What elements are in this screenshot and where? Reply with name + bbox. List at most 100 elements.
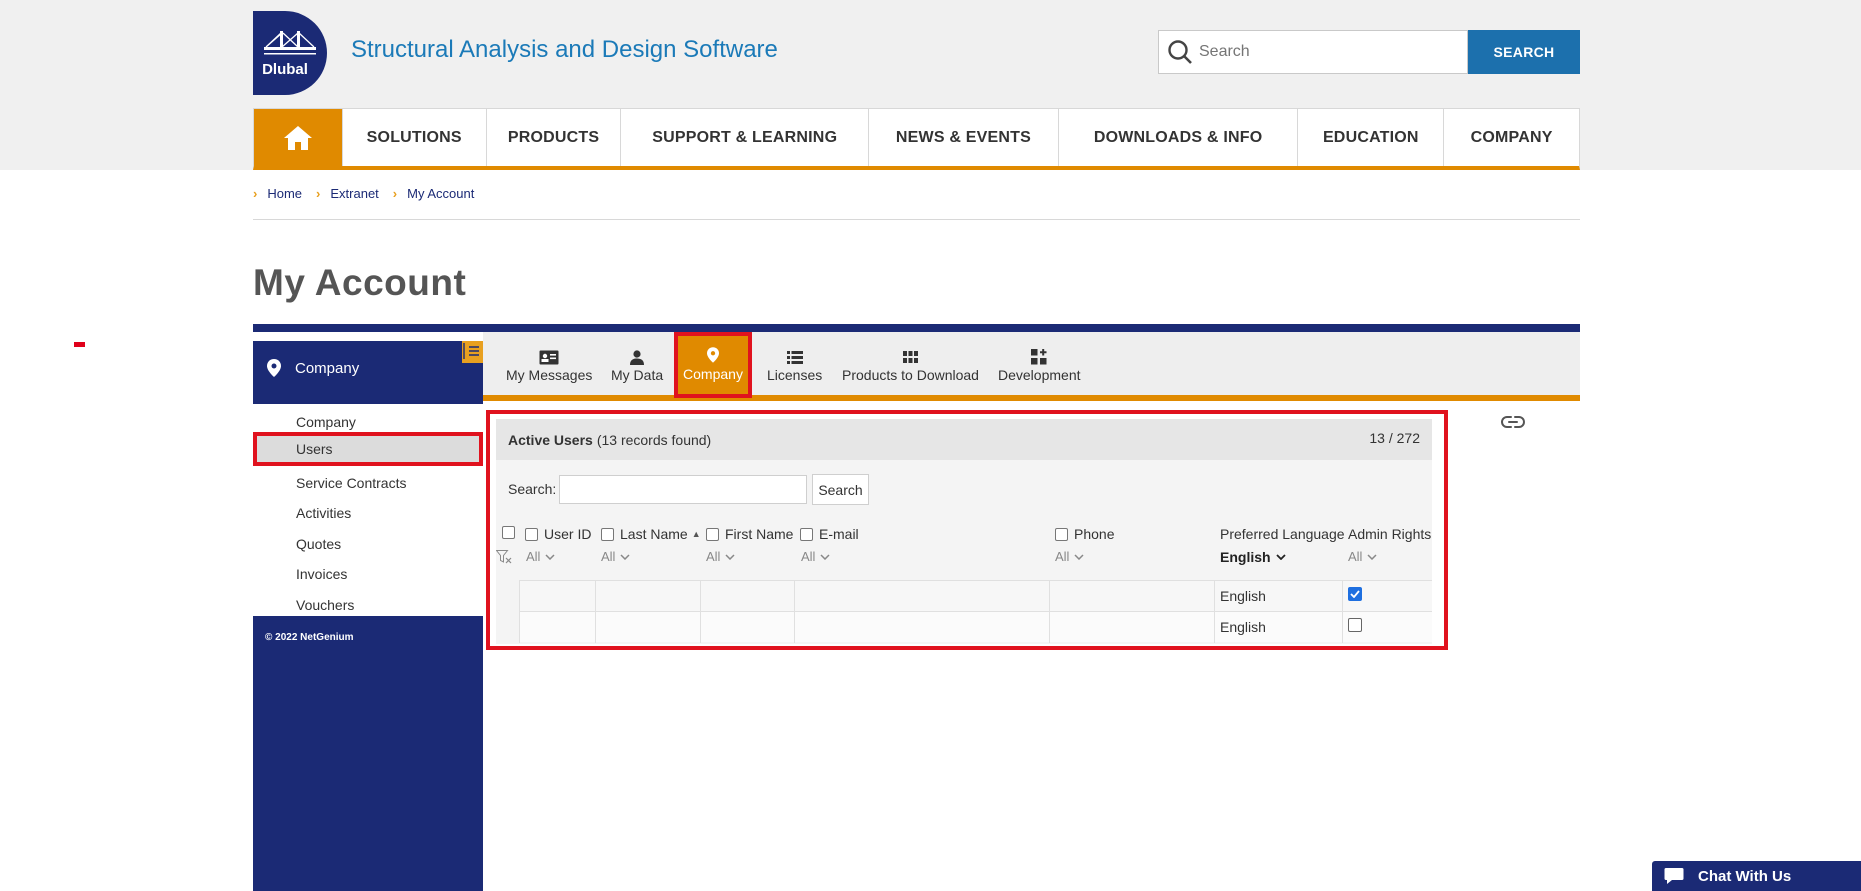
nav-company[interactable]: COMPANY <box>1443 109 1579 166</box>
side-item-service-contracts[interactable]: Service Contracts <box>253 468 483 498</box>
company-section-header: Company <box>253 341 483 395</box>
site-search[interactable] <box>1158 30 1468 74</box>
column-label: Last Name <box>620 526 688 542</box>
table-row[interactable] <box>519 611 1432 642</box>
column-divider <box>519 580 520 643</box>
column-label: User ID <box>544 526 592 542</box>
column-divider <box>700 580 701 643</box>
breadcrumb-chevron-icon: › <box>392 186 398 201</box>
site-search-button[interactable]: SEARCH <box>1468 30 1580 74</box>
filter-value: All <box>706 549 721 564</box>
side-item-vouchers[interactable]: Vouchers <box>253 590 483 620</box>
home-icon <box>283 125 312 150</box>
filter-value: All <box>526 549 541 564</box>
filter-value: All <box>801 549 816 564</box>
grid-search-button[interactable]: Search <box>812 474 869 505</box>
tab-my-data[interactable]: My Data <box>611 347 663 391</box>
side-menu: Company Users Service Contracts Activiti… <box>253 404 483 616</box>
sort-asc-icon: ▲ <box>691 529 701 539</box>
breadcrumb-my-account[interactable]: My Account <box>407 186 474 201</box>
select-all-checkbox[interactable] <box>502 526 521 539</box>
chevron-down-icon <box>820 553 830 560</box>
nav-education[interactable]: EDUCATION <box>1297 109 1443 166</box>
row-preferred-language: English <box>1220 588 1266 604</box>
site-title[interactable]: Structural Analysis and Design Software <box>351 36 778 64</box>
copyright: © 2022 NetGenium <box>265 632 354 643</box>
grid-record-count: 13 / 272 <box>1369 430 1420 446</box>
filter-value: English <box>1220 549 1271 565</box>
filter-user-id[interactable]: All <box>526 549 555 564</box>
breadcrumb-chevron-icon: › <box>253 186 258 201</box>
admin-rights-checkbox[interactable] <box>1348 618 1362 632</box>
chat-bubble-icon <box>1664 868 1684 884</box>
logo-text: Dlubal <box>262 61 308 78</box>
nav-downloads-info[interactable]: DOWNLOADS & INFO <box>1057 109 1298 166</box>
table-row[interactable] <box>519 580 1432 611</box>
side-item-users[interactable]: Users <box>253 432 483 466</box>
admin-rights-checkbox[interactable] <box>1348 587 1362 601</box>
clear-filter-icon[interactable] <box>496 550 512 564</box>
column-admin-rights[interactable]: Admin Rights <box>1348 526 1431 542</box>
breadcrumb-home[interactable]: Home <box>267 186 302 201</box>
chevron-down-icon <box>620 553 630 560</box>
collapse-toggle-icon[interactable] <box>462 341 484 363</box>
column-email[interactable]: E-mail <box>800 526 859 542</box>
location-pin-icon <box>707 347 719 366</box>
column-user-id[interactable]: User ID <box>525 526 591 542</box>
nav-support-learning[interactable]: SUPPORT & LEARNING <box>620 109 868 166</box>
page: Dlubal Structural Analysis and Design So… <box>0 0 1861 891</box>
row-preferred-language: English <box>1220 619 1266 635</box>
column-checkbox[interactable] <box>1055 527 1068 541</box>
filter-last-name[interactable]: All <box>601 549 630 564</box>
tab-company[interactable]: Company <box>674 332 752 398</box>
filter-email[interactable]: All <box>801 549 830 564</box>
user-icon <box>630 347 645 367</box>
page-title: My Account <box>253 262 467 303</box>
side-item-activities[interactable]: Activities <box>253 498 483 528</box>
tab-licenses[interactable]: Licenses <box>767 347 822 391</box>
nav-solutions[interactable]: SOLUTIONS <box>341 109 486 166</box>
column-checkbox[interactable] <box>601 527 614 541</box>
chat-button[interactable]: Chat With Us <box>1652 861 1861 891</box>
column-checkbox[interactable] <box>525 527 538 541</box>
tab-label: Products to Download <box>842 367 979 383</box>
filter-value: All <box>1348 549 1363 564</box>
link-icon[interactable] <box>1501 413 1525 431</box>
nav-home[interactable] <box>254 109 342 166</box>
nav-products[interactable]: PRODUCTS <box>485 109 621 166</box>
chevron-down-icon <box>1074 553 1084 560</box>
tab-label: Company <box>683 366 743 382</box>
tab-label: My Messages <box>506 367 593 383</box>
tab-my-messages[interactable]: My Messages <box>506 347 592 391</box>
column-checkbox[interactable] <box>706 527 719 541</box>
site-search-input[interactable] <box>1199 43 1459 61</box>
list-icon <box>786 347 803 367</box>
filter-preferred-language[interactable]: English <box>1220 549 1286 565</box>
column-preferred-language[interactable]: Preferred Language <box>1220 526 1345 542</box>
breadcrumb-extranet[interactable]: Extranet <box>330 186 378 201</box>
filter-first-name[interactable]: All <box>706 549 735 564</box>
grid-search-input[interactable] <box>559 475 807 504</box>
filter-admin-rights[interactable]: All <box>1348 549 1377 564</box>
nav-news-events[interactable]: NEWS & EVENTS <box>868 109 1058 166</box>
column-label: First Name <box>725 526 794 542</box>
column-checkbox[interactable] <box>800 527 813 541</box>
column-last-name[interactable]: Last Name ▲ <box>601 526 701 542</box>
filter-value: All <box>601 549 616 564</box>
filter-value: All <box>1055 549 1070 564</box>
side-item-invoices[interactable]: Invoices <box>253 559 483 589</box>
breadcrumb-divider <box>253 219 1580 220</box>
grid-title: Active Users <box>508 431 593 448</box>
side-item-quotes[interactable]: Quotes <box>253 529 483 559</box>
filter-phone[interactable]: All <box>1055 549 1084 564</box>
tab-development[interactable]: Development <box>998 347 1081 391</box>
search-icon <box>1168 40 1192 64</box>
column-phone[interactable]: Phone <box>1055 526 1114 542</box>
grid-icon <box>902 347 918 367</box>
location-pin-icon <box>267 359 281 377</box>
column-first-name[interactable]: First Name <box>706 526 793 542</box>
id-card-icon <box>539 347 559 367</box>
tab-products-to-download[interactable]: Products to Download <box>842 347 979 391</box>
column-label: Phone <box>1074 526 1115 542</box>
column-divider <box>595 580 596 643</box>
